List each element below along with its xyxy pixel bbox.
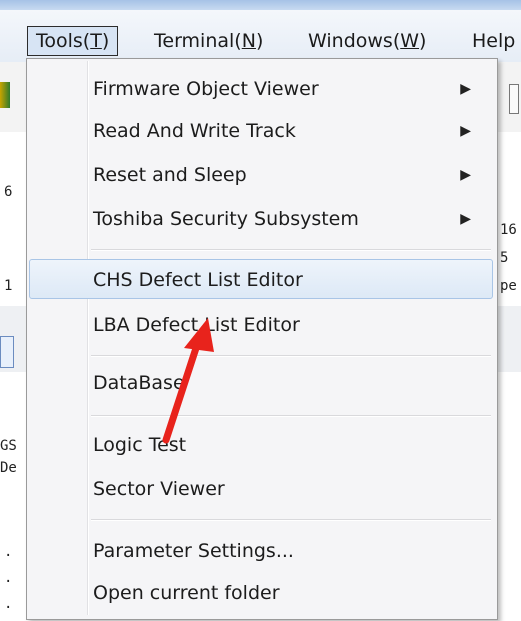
menubar: Tools(T) Terminal(N) Windows(W) Help [0, 10, 521, 62]
menu-item-logic-test[interactable]: Logic Test [29, 425, 493, 465]
menu-separator [91, 249, 491, 251]
submenu-arrow-icon: ▶ [460, 81, 471, 97]
menu-item-lba-defect-list-editor[interactable]: LBA Defect List Editor [29, 305, 493, 345]
toolbar-frame-icon[interactable] [509, 84, 519, 114]
bg-text-left-2: 1 [4, 278, 13, 294]
tools-dropdown-menu: Firmware Object Viewer ▶ Read And Write … [26, 58, 498, 620]
menu-tools[interactable]: Tools(T) [27, 26, 119, 56]
menu-item-chs-defect-list-editor[interactable]: CHS Defect List Editor [29, 259, 493, 299]
menu-item-read-and-write-track[interactable]: Read And Write Track ▶ [29, 111, 493, 151]
red-arrow-annotation [162, 318, 214, 444]
menu-separator [91, 519, 491, 521]
menu-item-label: CHS Defect List Editor [93, 269, 303, 291]
submenu-arrow-icon: ▶ [460, 123, 471, 139]
bg-text-right-2: 5 [500, 250, 509, 266]
menu-item-parameter-settings[interactable]: Parameter Settings... [29, 531, 493, 571]
menu-item-label: Sector Viewer [93, 478, 225, 500]
document-icon[interactable] [0, 336, 14, 368]
bg-text-left-5: · [4, 548, 13, 564]
toolbar-chip-icon[interactable] [0, 82, 10, 108]
bg-text-left-7: · [4, 600, 13, 616]
menu-item-reset-and-sleep[interactable]: Reset and Sleep ▶ [29, 155, 493, 195]
menu-item-label: Open current folder [93, 582, 280, 604]
submenu-arrow-icon: ▶ [460, 211, 471, 227]
menu-item-toshiba-security-subsystem[interactable]: Toshiba Security Subsystem ▶ [29, 199, 493, 239]
bg-text-right-3: pe [500, 278, 517, 294]
menu-item-firmware-object-viewer[interactable]: Firmware Object Viewer ▶ [29, 69, 493, 109]
bg-text-left-4: De [0, 460, 17, 476]
menu-windows[interactable]: Windows(W) [300, 26, 434, 56]
menu-item-sector-viewer[interactable]: Sector Viewer [29, 469, 493, 509]
bg-text-left-1: 6 [4, 184, 13, 200]
menu-terminal[interactable]: Terminal(N) [146, 26, 271, 56]
bg-text-left-3: GS [0, 438, 17, 454]
menu-item-database[interactable]: DataBase [29, 363, 493, 403]
menu-item-open-current-folder[interactable]: Open current folder [29, 573, 493, 613]
menu-item-label: Read And Write Track [93, 120, 296, 142]
bg-text-left-6: · [4, 574, 13, 590]
window-title-strip [0, 0, 521, 10]
menu-item-label: Firmware Object Viewer [93, 78, 319, 100]
submenu-arrow-icon: ▶ [460, 167, 471, 183]
menu-item-label: Parameter Settings... [93, 540, 294, 562]
menu-item-label: Toshiba Security Subsystem [93, 208, 359, 230]
menu-help[interactable]: Help [464, 26, 521, 56]
menu-item-label: Reset and Sleep [93, 164, 247, 186]
bg-text-right-1: 16 [500, 222, 517, 238]
